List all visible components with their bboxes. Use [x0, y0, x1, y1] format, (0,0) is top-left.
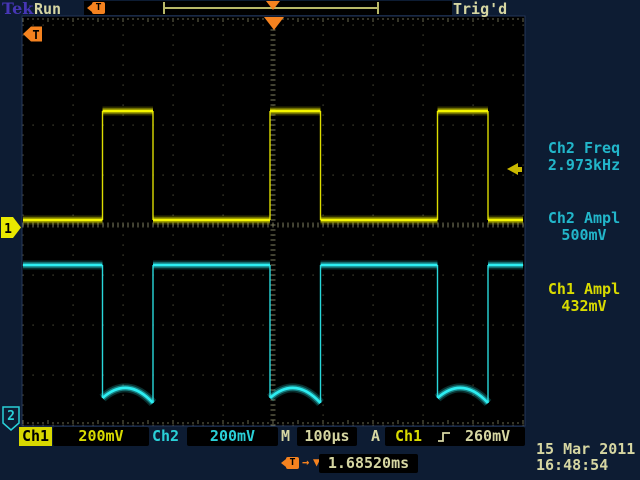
timebase-value: 100µs — [297, 427, 357, 446]
measurement-value: 432mV — [528, 298, 640, 315]
header-bar: Tek Run T Trig'd — [0, 0, 640, 17]
trigger-icon-letter: T — [95, 2, 101, 13]
trigger-letter: T — [32, 28, 39, 42]
ch1-marker-label: 1 — [4, 222, 12, 237]
measurement-label: Ch2 Freq — [528, 140, 640, 157]
oscilloscope-screen: T 1 2 Tek Run T Trig'd Ch2 Freq 2.973kHz — [0, 0, 640, 480]
measurement-value: 2.973kHz — [528, 157, 640, 174]
arrow-right-icon: → — [302, 453, 309, 472]
trigger-mode-label: A — [371, 427, 380, 446]
record-window-right-bracket — [377, 2, 379, 14]
trigger-time-icon-letter: T — [289, 457, 295, 468]
ch2-scale-value: 200mV — [187, 427, 278, 446]
record-trigger-position-icon — [266, 1, 280, 10]
acquisition-status: Run — [34, 0, 61, 18]
trigger-position-value: 1.68520ms — [319, 454, 418, 473]
measurement-ch2-freq: Ch2 Freq 2.973kHz — [528, 140, 640, 174]
trigger-level-value: 260mV — [465, 427, 510, 446]
trigger-status: Trig'd — [453, 0, 507, 18]
trigger-offscreen-icon: T — [92, 2, 105, 14]
time-text: 16:48:54 — [536, 456, 608, 474]
ch1-scale-value: 200mV — [53, 427, 149, 446]
measurement-label: Ch2 Ampl — [528, 210, 640, 227]
timebase-label: M — [281, 427, 290, 446]
measurement-ch2-ampl: Ch2 Ampl 500mV — [528, 210, 640, 244]
datetime-readout: 15 Mar 2011 16:48:54 — [536, 441, 640, 473]
ch2-scale-label: Ch2 — [152, 427, 179, 446]
ch2-marker-label: 2 — [7, 409, 15, 424]
measurement-value: 500mV — [528, 227, 640, 244]
trigger-source: Ch1 — [395, 427, 422, 446]
tek-logo: Tek — [2, 0, 33, 18]
measurement-label: Ch1 Ampl — [528, 281, 640, 298]
ch1-ground-marker: 1 — [1, 217, 21, 238]
ch2-ground-marker: 2 — [3, 407, 19, 430]
ch1-scale-badge: Ch1 — [19, 427, 52, 446]
trigger-settings-box: Ch1 260mV — [385, 427, 525, 446]
rising-edge-icon — [437, 430, 451, 444]
trigger-time-icon: T — [286, 457, 299, 469]
record-window-left-bracket — [163, 2, 165, 14]
measurement-ch1-ampl: Ch1 Ampl 432mV — [528, 281, 640, 315]
